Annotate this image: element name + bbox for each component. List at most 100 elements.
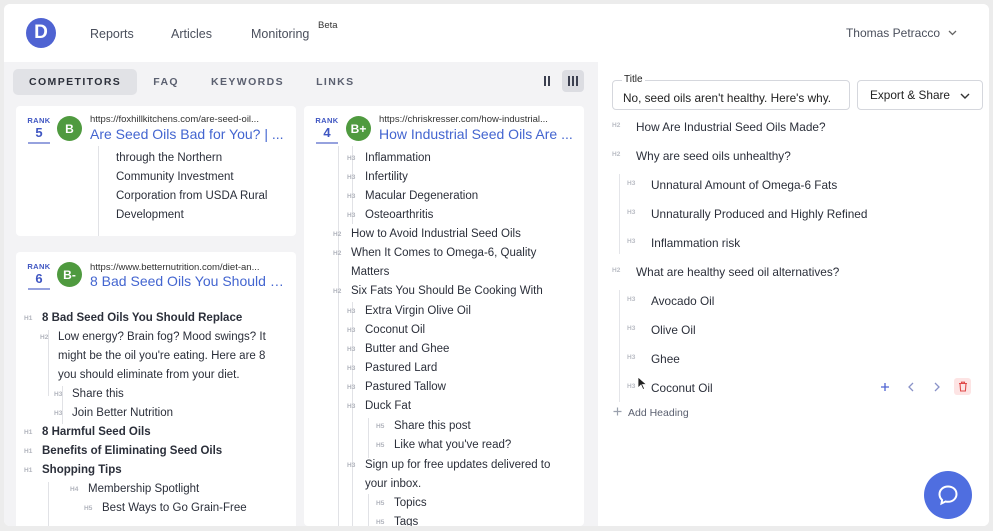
title-input[interactable]: No, seed oils aren't healthy. Here's why…: [612, 80, 850, 110]
top-navigation: D Reports Articles Monitoring Beta Thoma…: [4, 4, 989, 62]
heading-row: H3 Inflammation: [347, 152, 431, 164]
rank-badge: RANK 5: [27, 116, 51, 144]
chevron-right-icon[interactable]: [928, 378, 945, 395]
heading-row: H5 Share this post: [376, 420, 471, 432]
nav-articles[interactable]: Articles: [171, 27, 212, 41]
competitor-card[interactable]: RANK 4 B+ https://chriskresser.com/how-i…: [304, 106, 584, 526]
column-view-toggle: [536, 70, 584, 92]
logo[interactable]: D: [26, 18, 56, 48]
outline-heading[interactable]: H3 Unnaturally Produced and Highly Refine…: [627, 207, 867, 221]
beta-badge: Beta: [318, 20, 338, 31]
outline-guide: [98, 146, 99, 236]
rank-badge: RANK 4: [315, 116, 339, 144]
heading-row: Community Investment: [116, 171, 234, 183]
rank-badge: RANK 6: [27, 262, 51, 290]
heading-row: H3 Osteoarthritis: [347, 209, 434, 221]
tab-faq[interactable]: FAQ: [137, 69, 195, 95]
heading-row: Corporation from USDA Rural: [116, 190, 268, 202]
tab-links[interactable]: LINKS: [300, 69, 371, 95]
competitor-title[interactable]: 8 Bad Seed Oils You Should E...: [90, 273, 286, 289]
two-column-view-button[interactable]: [536, 70, 558, 92]
outline-heading[interactable]: H3 Olive Oil: [627, 323, 696, 337]
nav-monitoring[interactable]: Monitoring: [251, 27, 309, 41]
outline-guide: [619, 290, 620, 402]
heading-row: you should eliminate from your diet.: [58, 369, 240, 381]
heading-row: H3 Coconut Oil: [347, 324, 426, 336]
title-label: Title: [622, 74, 645, 85]
heading-row: H5 Best Ways to Go Grain-Free: [84, 502, 247, 514]
outline-heading[interactable]: H2 How Are Industrial Seed Oils Made?: [612, 120, 826, 134]
add-heading-button[interactable]: Add Heading: [613, 407, 689, 419]
mouse-cursor-icon: [637, 376, 648, 395]
heading-row: H1 Shopping Tips: [24, 464, 122, 476]
chevron-left-icon[interactable]: [902, 378, 919, 395]
outline-heading[interactable]: H3 Coconut Oil: [627, 381, 713, 395]
outline-guide: [48, 482, 49, 526]
outline-heading[interactable]: H3 Inflammation risk: [627, 236, 740, 250]
heading-row: H3 Join Better Nutrition: [54, 407, 173, 419]
competitor-url[interactable]: https://foxhillkitchens.com/are-seed-oil…: [90, 114, 286, 125]
tab-competitors[interactable]: COMPETITORS: [13, 69, 138, 95]
chat-launcher-button[interactable]: [924, 471, 972, 519]
export-share-label: Export & Share: [870, 88, 950, 102]
heading-row: H5 Like what you've read?: [376, 439, 512, 451]
outline-guide: [368, 494, 369, 526]
competitor-url[interactable]: https://www.betternutrition.com/diet-an.…: [90, 262, 286, 273]
app-window: D Reports Articles Monitoring Beta Thoma…: [4, 4, 989, 526]
heading-row: H1 Benefits of Eliminating Seed Oils: [24, 445, 223, 457]
outline-heading[interactable]: H2 Why are seed oils unhealthy?: [612, 149, 791, 163]
plus-icon[interactable]: [876, 378, 893, 395]
three-column-icon: [568, 76, 578, 86]
outline-guide: [338, 146, 339, 526]
heading-row: H2 Six Fats You Should Be Cooking With: [333, 285, 543, 297]
grade-badge: B+: [346, 116, 371, 141]
add-heading-label: Add Heading: [628, 407, 689, 419]
nav-reports[interactable]: Reports: [90, 27, 134, 41]
heading-row: H1 8 Bad Seed Oils You Should Replace: [24, 312, 243, 324]
heading-row: Development: [116, 209, 184, 221]
export-share-button[interactable]: Export & Share: [857, 80, 983, 110]
heading-row: H3 Sign up for free updates delivered to: [347, 459, 551, 471]
grade-badge: B: [57, 116, 82, 141]
outline-guide: [619, 174, 620, 254]
heading-row: H3 Butter and Ghee: [347, 343, 450, 355]
heading-row: H3 Macular Degeneration: [347, 190, 479, 202]
heading-row: might be the oil you're eating. Here are…: [58, 350, 266, 362]
heading-row: H3 Infertility: [347, 171, 408, 183]
outline-heading[interactable]: H2 What are healthy seed oil alternatives…: [612, 265, 839, 279]
competitor-card[interactable]: RANK 6 B- https://www.betternutrition.co…: [16, 252, 296, 526]
plus-icon: [613, 407, 622, 419]
research-tabs: COMPETITORS FAQ KEYWORDS LINKS: [13, 69, 371, 95]
competitor-title[interactable]: How Industrial Seed Oils Are ...: [379, 126, 575, 142]
heading-row: H3 Pastured Lard: [347, 362, 438, 374]
heading-row: H1 8 Harmful Seed Oils: [24, 426, 151, 438]
outline-heading[interactable]: H3 Unnatural Amount of Omega-6 Fats: [627, 178, 837, 192]
chevron-down-icon: [960, 88, 970, 102]
heading-row: H3 Duck Fat: [347, 400, 412, 412]
chevron-down-icon: [948, 28, 957, 38]
outline-guide: [368, 418, 369, 458]
competitor-url[interactable]: https://chriskresser.com/how-industrial.…: [379, 114, 575, 125]
heading-row: H2 Low energy? Brain fog? Mood swings? It: [40, 331, 266, 343]
heading-row: H4 Membership Spotlight: [70, 483, 200, 495]
two-column-icon: [544, 76, 550, 86]
tab-keywords[interactable]: KEYWORDS: [195, 69, 300, 95]
outline-heading[interactable]: H3 Avocado Oil: [627, 294, 714, 308]
research-panel: COMPETITORS FAQ KEYWORDS LINKS RANK 5 B …: [4, 62, 598, 526]
outline-editor: No, seed oils aren't healthy. Here's why…: [598, 62, 989, 526]
heading-row: Matters: [351, 266, 390, 278]
trash-icon[interactable]: [954, 378, 971, 395]
heading-row: through the Northern: [116, 152, 223, 164]
heading-row: H2 When It Comes to Omega-6, Quality: [333, 247, 537, 259]
competitor-card[interactable]: RANK 5 B https://foxhillkitchens.com/are…: [16, 106, 296, 236]
heading-row: H5 Topics: [376, 497, 427, 509]
user-menu[interactable]: Thomas Petracco: [846, 26, 957, 40]
heading-row: H5 Tags: [376, 516, 419, 526]
heading-row: H3 Extra Virgin Olive Oil: [347, 305, 471, 317]
heading-actions: [876, 378, 971, 395]
three-column-view-button[interactable]: [562, 70, 584, 92]
heading-row: your inbox.: [365, 478, 422, 490]
competitor-title[interactable]: Are Seed Oils Bad for You? | ...: [90, 126, 286, 142]
outline-heading[interactable]: H3 Ghee: [627, 352, 680, 366]
grade-badge: B-: [57, 262, 82, 287]
